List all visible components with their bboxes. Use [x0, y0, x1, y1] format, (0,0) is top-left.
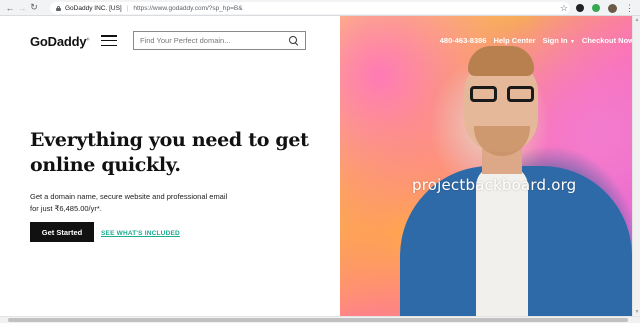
browser-toolbar: ← → ↻ GoDaddy INC. [US] | https://www.go… [0, 0, 640, 16]
profile-avatar[interactable] [608, 3, 617, 13]
omnibox-divider: | [126, 4, 129, 12]
back-icon[interactable]: ← [4, 1, 16, 15]
scroll-down-icon[interactable]: ▼ [634, 309, 640, 315]
chevron-down-icon: ▼ [568, 39, 575, 45]
lock-icon [56, 5, 61, 11]
see-whats-included-link[interactable]: SEE WHAT'S INCLUDED [101, 230, 180, 237]
browser-menu-icon[interactable]: ⋮ [625, 4, 634, 13]
scroll-up-icon[interactable]: ▲ [634, 17, 640, 23]
search-icon[interactable] [289, 36, 298, 45]
domain-search [133, 31, 306, 50]
hero-subtext: Get a domain name, secure website and pr… [30, 192, 228, 213]
address-bar[interactable]: GoDaddy INC. [US] | https://www.godaddy.… [50, 2, 570, 14]
get-started-button[interactable]: Get Started [30, 222, 94, 242]
extension-icon[interactable] [576, 4, 584, 12]
hero-headline: Everything you need to get online quickl… [30, 129, 309, 176]
hero-image [340, 16, 632, 316]
checkout-link[interactable]: Checkout Now [582, 36, 634, 45]
person-hair [468, 46, 534, 76]
forward-icon[interactable]: → [16, 1, 28, 15]
godaddy-logo[interactable]: GoDaddy® [30, 34, 89, 49]
phone-number-link[interactable]: 480-463-8386 [440, 36, 487, 45]
browser-actions: ☆ ⋮ [560, 2, 634, 14]
reload-icon[interactable]: ↻ [28, 1, 40, 15]
help-center-link[interactable]: Help Center [493, 36, 535, 45]
scrollbar-thumb[interactable] [8, 318, 628, 322]
extension-green-icon[interactable] [592, 4, 600, 12]
horizontal-scrollbar[interactable] [0, 316, 640, 323]
hamburger-menu-icon[interactable] [101, 35, 117, 46]
watermark-text: projectbackboard.org [412, 176, 577, 194]
domain-search-input[interactable] [134, 32, 284, 49]
vertical-scrollbar[interactable]: ▲ ▼ [632, 16, 640, 316]
person-glasses [470, 86, 534, 102]
top-nav: 480-463-8386 Help Center Sign In ▼ Check… [440, 36, 634, 45]
url-text[interactable]: https://www.godaddy.com/?sp_hp=B& [133, 5, 242, 12]
sign-in-link[interactable]: Sign In ▼ [543, 36, 575, 45]
site-identity: GoDaddy INC. [US] [65, 4, 122, 12]
bookmark-star-icon[interactable]: ☆ [560, 3, 568, 14]
